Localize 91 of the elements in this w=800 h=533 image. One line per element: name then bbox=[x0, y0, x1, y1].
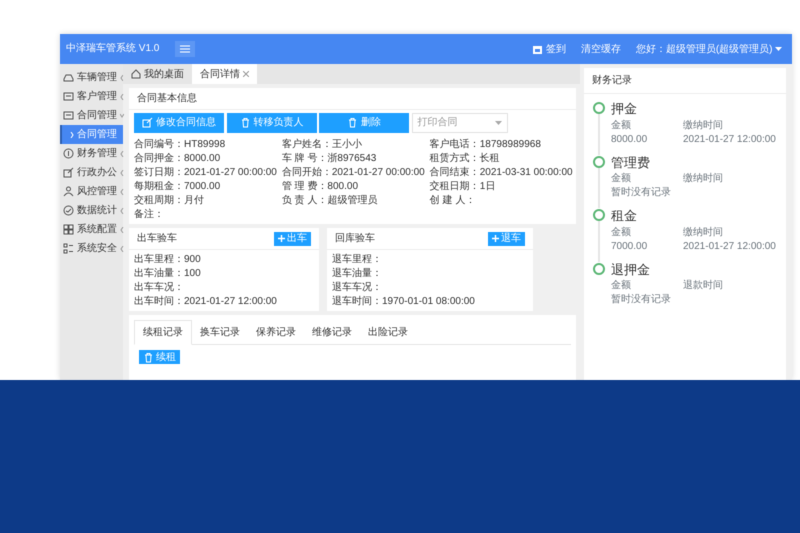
id-card-icon bbox=[63, 110, 74, 121]
info-field: 退车里程： bbox=[332, 252, 528, 266]
panel-title: 财务记录 bbox=[584, 68, 786, 94]
info-field: 合同编号：HT89998 bbox=[134, 138, 277, 152]
info-field: 客户电话：18798989968 bbox=[430, 138, 573, 152]
page-tab[interactable]: 合同详情 bbox=[192, 64, 257, 84]
info-field: 退车油量： bbox=[332, 266, 528, 280]
entry-title: 押金 bbox=[611, 100, 638, 118]
amount-label: 金额 bbox=[611, 172, 632, 186]
info-field: 出车油量：100 bbox=[134, 266, 314, 280]
info-field: 出车里程：900 bbox=[134, 252, 314, 266]
header-link[interactable]: 清空缓存 bbox=[580, 42, 621, 56]
info-field: 租赁方式：长租 bbox=[430, 152, 573, 166]
info-field: 退车时间：1970-01-01 08:00:00 bbox=[332, 294, 528, 308]
person-icon bbox=[63, 186, 74, 197]
info-field: 合同开始：2021-01-27 00:00:00 bbox=[282, 166, 425, 180]
record-tab[interactable]: 出险记录 bbox=[360, 320, 416, 344]
sidebar-item[interactable]: 车辆管理 bbox=[60, 68, 123, 87]
sidebar-item[interactable]: 风控管理 bbox=[60, 182, 123, 201]
sidebar-item[interactable]: 合同管理 bbox=[60, 106, 123, 125]
sidebar-item[interactable]: 财务管理 bbox=[60, 144, 123, 163]
info-field: 客户姓名：王小小 bbox=[282, 138, 425, 152]
time-value: 2021-01-27 12:00:00 bbox=[683, 132, 776, 146]
trash-icon bbox=[143, 352, 154, 362]
entry-title: 管理费 bbox=[611, 154, 651, 172]
timeline-dot bbox=[593, 262, 605, 274]
timeline-dot bbox=[593, 102, 605, 114]
caret-icon bbox=[494, 120, 502, 124]
record-tab[interactable]: 续租记录 bbox=[134, 320, 192, 345]
sidebar-item[interactable]: 系统安全 bbox=[60, 239, 123, 258]
timeline-dot bbox=[593, 156, 605, 168]
entry-title: 租金 bbox=[611, 207, 638, 225]
info-field: 退车车况： bbox=[332, 280, 528, 294]
id-card-icon bbox=[63, 91, 74, 102]
panel-title: 回库验车 bbox=[335, 232, 375, 246]
info-field: 交租周期：月付 bbox=[134, 194, 277, 208]
info-field: 合同押金：8000.00 bbox=[134, 152, 277, 166]
chevron-icon bbox=[70, 132, 74, 138]
amount-value: 8000.00 bbox=[611, 132, 648, 146]
time-value: 2021-01-27 12:00:00 bbox=[683, 240, 776, 254]
amount-value: 暂时没有记录 bbox=[611, 186, 672, 200]
edit-icon bbox=[142, 117, 153, 128]
record-tab[interactable]: 换车记录 bbox=[192, 320, 248, 344]
timeline-dot bbox=[593, 209, 605, 221]
trash-icon bbox=[240, 117, 250, 128]
info-field: 创 建 人： bbox=[430, 194, 573, 208]
amount-value: 暂时没有记录 bbox=[611, 293, 672, 307]
list-icon bbox=[63, 243, 74, 254]
menu-toggle-button[interactable] bbox=[175, 41, 196, 57]
entry-title: 退押金 bbox=[611, 260, 651, 278]
sidebar-item[interactable]: 行政办公 bbox=[60, 163, 123, 182]
gauge-icon bbox=[63, 205, 74, 216]
amount-value: 7000.00 bbox=[611, 240, 648, 254]
info-field: 出车时间：2021-01-27 12:00:00 bbox=[134, 294, 314, 308]
info-field: 每期租金：7000.00 bbox=[134, 180, 277, 194]
info-field: 车 牌 号：浙8976543 bbox=[282, 152, 425, 166]
header-link[interactable]: 签到 bbox=[532, 42, 566, 56]
sidebar-item[interactable]: 数据统计 bbox=[60, 201, 123, 220]
menu-icon bbox=[180, 45, 190, 53]
home-icon bbox=[131, 69, 141, 79]
plus-icon bbox=[492, 235, 499, 242]
info-field: 管 理 费：800.00 bbox=[282, 180, 425, 194]
record-tab[interactable]: 维修记录 bbox=[304, 320, 360, 344]
app-title: 中泽瑞车管系统 V1.0 bbox=[66, 42, 160, 56]
record-tab[interactable]: 保养记录 bbox=[248, 320, 304, 344]
amount-label: 金额 bbox=[611, 279, 632, 293]
info-field: 合同结束：2021-03-31 00:00:00 bbox=[430, 166, 573, 180]
amount-label: 金额 bbox=[611, 226, 632, 240]
info-field: 出车车况： bbox=[134, 280, 314, 294]
time-label: 退款时间 bbox=[683, 279, 723, 293]
time-label: 缴纳时间 bbox=[683, 118, 724, 132]
time-label: 缴纳时间 bbox=[683, 172, 723, 186]
time-label: 缴纳时间 bbox=[683, 226, 724, 240]
info-field: 备注： bbox=[134, 208, 277, 222]
coin-icon bbox=[63, 148, 74, 159]
trash-icon bbox=[347, 117, 358, 128]
edit-icon bbox=[63, 167, 74, 178]
info-field: 签订日期：2021-01-27 00:00:00 bbox=[134, 166, 277, 180]
info-field: 交租日期：1日 bbox=[430, 180, 573, 194]
sidebar-item[interactable]: 客户管理 bbox=[60, 87, 123, 106]
info-field: 负 责 人：超级管理员 bbox=[282, 194, 425, 208]
panel-title: 出车验车 bbox=[137, 232, 177, 246]
caret-icon bbox=[775, 47, 782, 51]
amount-label: 金额 bbox=[611, 118, 632, 132]
page-tab[interactable]: 我的桌面 bbox=[123, 64, 192, 84]
sidebar-item[interactable]: 系统配置 bbox=[60, 220, 123, 239]
grid-icon bbox=[63, 224, 74, 235]
panel-title: 合同基本信息 bbox=[129, 88, 576, 110]
sidebar-subitem[interactable]: 合同管理 bbox=[60, 125, 123, 144]
user-menu[interactable]: 您好：超级管理员(超级管理员) bbox=[636, 42, 782, 56]
plus-icon bbox=[278, 235, 285, 242]
